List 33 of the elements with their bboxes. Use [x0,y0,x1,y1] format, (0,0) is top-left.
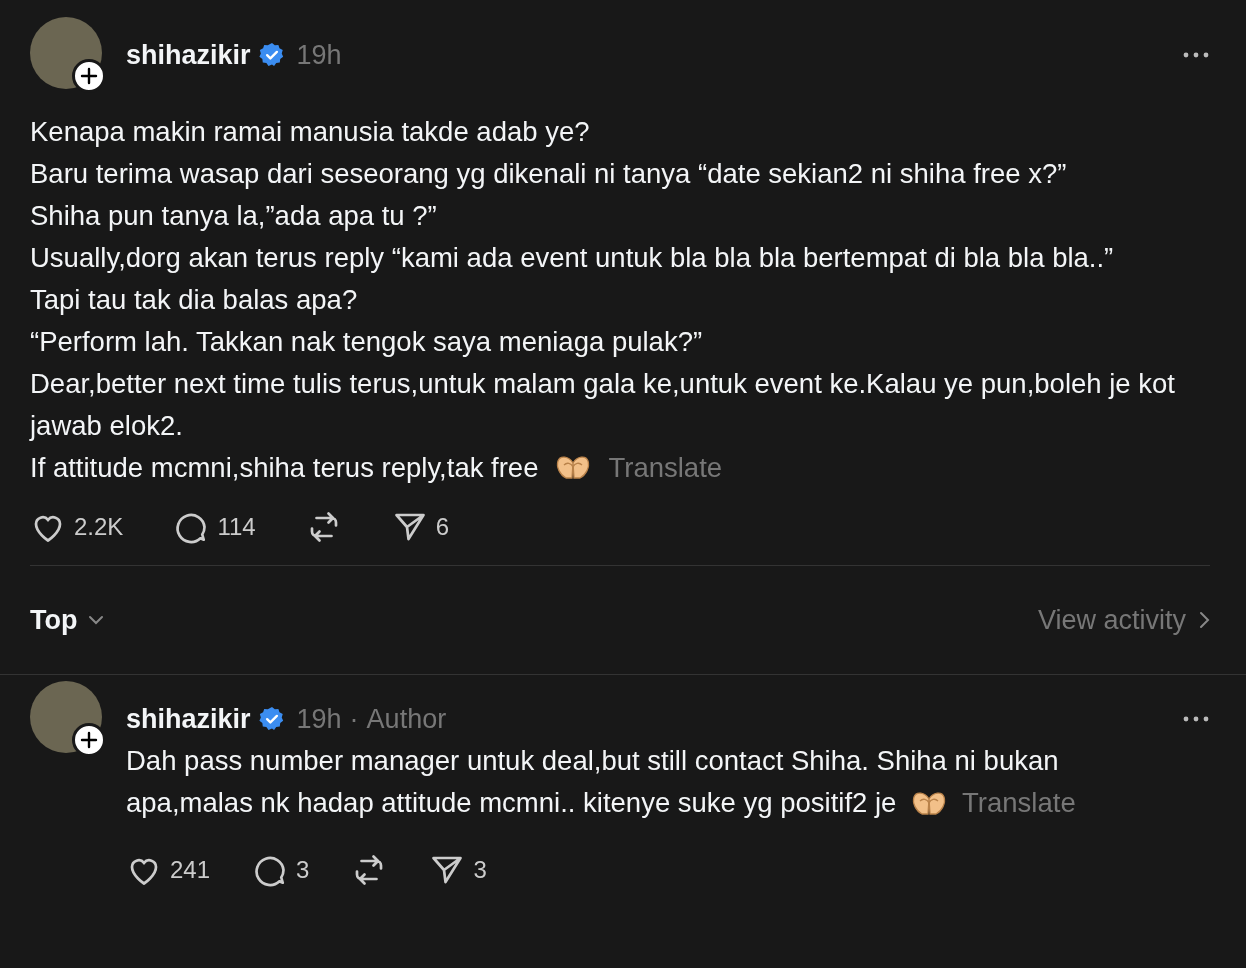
translate-link[interactable]: Translate [962,786,1076,818]
separator-dot: · [349,703,359,736]
post-text-line: Tapi tau tak dia balas apa? [30,283,359,317]
username[interactable]: shihazikir [126,699,251,740]
more-icon [1182,715,1210,724]
author-label: Author [366,703,447,736]
post-text-line: Baru terima wasap dari seseorang yg dikenali ni tanya “date sekian2 ni shiha free x?” [30,157,1068,191]
post-text-line: Shiha pun tanya la,”ada apa tu ?” [30,199,438,233]
comment-button[interactable]: 114 [173,509,256,545]
more-options-button[interactable] [1182,715,1210,724]
chevron-down-icon [87,614,106,626]
post-text-line: Usually,dorg akan terus reply “kami ada event untuk bla bla bla bertempat di bla bla bla..” [30,241,1115,275]
post-text-line: If attitude mcmni,shiha terus reply,tak free [30,451,539,485]
translate-link[interactable]: Translate [608,447,723,489]
share-button[interactable]: 3 [429,851,487,888]
more-options-button[interactable] [1182,51,1210,60]
like-button[interactable]: 241 [126,851,211,888]
post-text-line: “Perform lah. Takkan nak tengok saya meniaga pulak?” [30,325,704,359]
plus-icon [80,731,98,749]
share-button[interactable]: 6 [391,509,449,545]
reply-text: Dah pass number manager untuk deal,but still contact Shiha. Shiha ni bukan apa,malas nk hadap attitude mcmni.. kitenye suke yg positif2 je Translate [126,743,1077,822]
like-button[interactable]: 2.2K [30,509,124,545]
comment-button[interactable]: 3 [252,851,310,888]
more-icon [1182,51,1210,60]
post-time: 19h [296,703,342,736]
post-time: 19h [296,39,342,72]
plus-icon [80,67,98,85]
username[interactable]: shihazikir [126,35,251,76]
post-text-line: Kenapa makin ramai manusia takde adab ye? [30,115,591,149]
view-activity-link[interactable]: View activity [1037,599,1210,641]
sort-dropdown[interactable]: Top [30,599,106,641]
post-text-line: Dear,better next time tulis terus,untuk malam gala ke,untuk event ke.Kalau ye pun,boleh je kot jawab elok2. [30,367,1176,443]
chevron-right-icon [1198,610,1210,630]
